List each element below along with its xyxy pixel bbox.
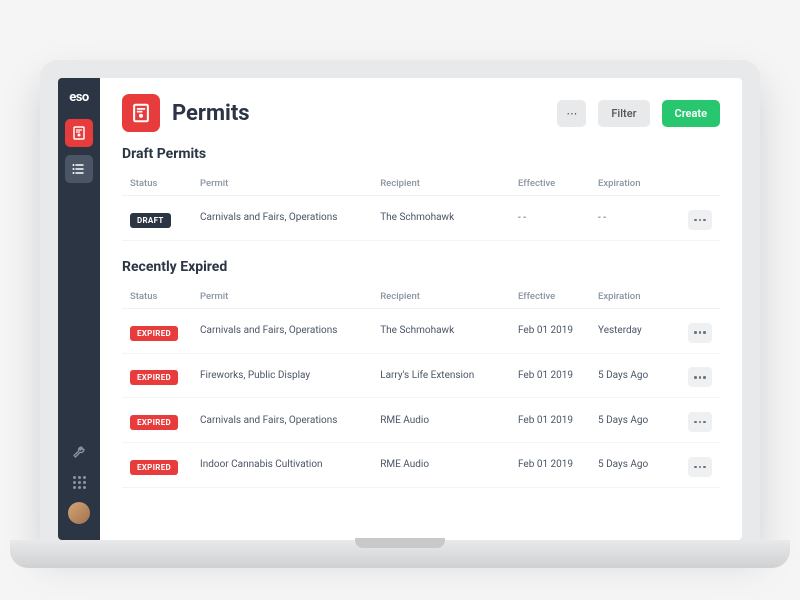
app-screen: eso Per	[58, 78, 742, 540]
table-row[interactable]: EXPIRED Carnivals and Fairs, Operations …	[122, 309, 720, 354]
table-row[interactable]: EXPIRED Fireworks, Public Display Larry'…	[122, 354, 720, 399]
nav-settings[interactable]	[69, 442, 89, 462]
expired-section-title: Recently Expired	[122, 259, 720, 275]
status-badge: EXPIRED	[130, 460, 178, 475]
cell-recipient: Larry's Life Extension	[380, 370, 518, 381]
sidebar: eso	[58, 78, 100, 540]
nav-permits[interactable]	[65, 119, 93, 147]
cell-effective: Feb 01 2019	[518, 325, 598, 336]
laptop-frame: eso Per	[40, 60, 760, 540]
col-header-expiration: Expiration	[598, 178, 678, 189]
more-button[interactable]: ⋯	[557, 100, 586, 127]
dots-icon	[694, 331, 706, 334]
dots-icon	[694, 376, 706, 379]
status-badge: EXPIRED	[130, 370, 178, 385]
user-avatar[interactable]	[68, 502, 90, 524]
col-header-recipient: Recipient	[380, 291, 518, 302]
expired-table: Status Permit Recipient Effective Expira…	[122, 285, 720, 488]
main-content: Permits ⋯ Filter Create Draft Permits St…	[100, 78, 742, 540]
app-logo: eso	[69, 90, 89, 105]
row-menu-button[interactable]	[688, 457, 712, 477]
cell-recipient: RME Audio	[380, 459, 518, 470]
col-header-status: Status	[130, 291, 200, 302]
table-row[interactable]: DRAFT Carnivals and Fairs, Operations Th…	[122, 196, 720, 241]
nav-list[interactable]	[65, 155, 93, 183]
cell-effective: Feb 01 2019	[518, 370, 598, 381]
cell-expiration: Yesterday	[598, 325, 678, 336]
cell-permit: Carnivals and Fairs, Operations	[200, 415, 380, 426]
content-scroll: Draft Permits Status Permit Recipient Ef…	[100, 146, 742, 540]
cell-recipient: The Schmohawk	[380, 325, 518, 336]
table-row[interactable]: EXPIRED Carnivals and Fairs, Operations …	[122, 398, 720, 443]
row-menu-button[interactable]	[688, 367, 712, 387]
cell-recipient: The Schmohawk	[380, 212, 518, 223]
cell-effective: Feb 01 2019	[518, 459, 598, 470]
table-header: Status Permit Recipient Effective Expira…	[122, 285, 720, 309]
status-badge: EXPIRED	[130, 326, 178, 341]
col-header-recipient: Recipient	[380, 178, 518, 189]
cell-recipient: RME Audio	[380, 415, 518, 426]
col-header-status: Status	[130, 178, 200, 189]
row-menu-button[interactable]	[688, 412, 712, 432]
cell-effective: - -	[518, 212, 598, 223]
col-header-expiration: Expiration	[598, 291, 678, 302]
row-menu-button[interactable]	[688, 323, 712, 343]
page-header: Permits ⋯ Filter Create	[100, 78, 742, 146]
cell-expiration: 5 Days Ago	[598, 370, 678, 381]
cell-effective: Feb 01 2019	[518, 415, 598, 426]
nav-apps[interactable]	[69, 472, 89, 492]
grid-icon	[73, 476, 86, 489]
create-button[interactable]: Create	[662, 100, 721, 127]
cell-expiration: - -	[598, 212, 678, 223]
row-menu-button[interactable]	[688, 210, 712, 230]
cell-expiration: 5 Days Ago	[598, 459, 678, 470]
dots-icon	[694, 421, 706, 424]
draft-section-title: Draft Permits	[122, 146, 720, 162]
wrench-icon	[71, 444, 87, 460]
col-header-effective: Effective	[518, 291, 598, 302]
cell-permit: Carnivals and Fairs, Operations	[200, 212, 380, 223]
cell-permit: Fireworks, Public Display	[200, 370, 380, 381]
cell-expiration: 5 Days Ago	[598, 415, 678, 426]
table-header: Status Permit Recipient Effective Expira…	[122, 172, 720, 196]
draft-table: Status Permit Recipient Effective Expira…	[122, 172, 720, 241]
cell-permit: Carnivals and Fairs, Operations	[200, 325, 380, 336]
permit-icon	[130, 102, 152, 124]
table-row[interactable]: EXPIRED Indoor Cannabis Cultivation RME …	[122, 443, 720, 488]
col-header-effective: Effective	[518, 178, 598, 189]
laptop-notch	[355, 538, 445, 548]
col-header-permit: Permit	[200, 178, 380, 189]
permits-header-icon	[122, 94, 160, 132]
page-title: Permits	[172, 101, 545, 126]
filter-button[interactable]: Filter	[598, 100, 649, 127]
status-badge: DRAFT	[130, 213, 171, 228]
col-header-permit: Permit	[200, 291, 380, 302]
cell-permit: Indoor Cannabis Cultivation	[200, 459, 380, 470]
expired-section: Recently Expired Status Permit Recipient…	[122, 259, 720, 488]
draft-section: Draft Permits Status Permit Recipient Ef…	[122, 146, 720, 241]
list-icon	[71, 161, 87, 177]
dots-icon	[694, 466, 706, 469]
laptop-base	[10, 540, 790, 568]
dots-icon	[694, 219, 706, 222]
sidebar-bottom	[68, 442, 90, 528]
permit-icon	[71, 125, 87, 141]
status-badge: EXPIRED	[130, 415, 178, 430]
